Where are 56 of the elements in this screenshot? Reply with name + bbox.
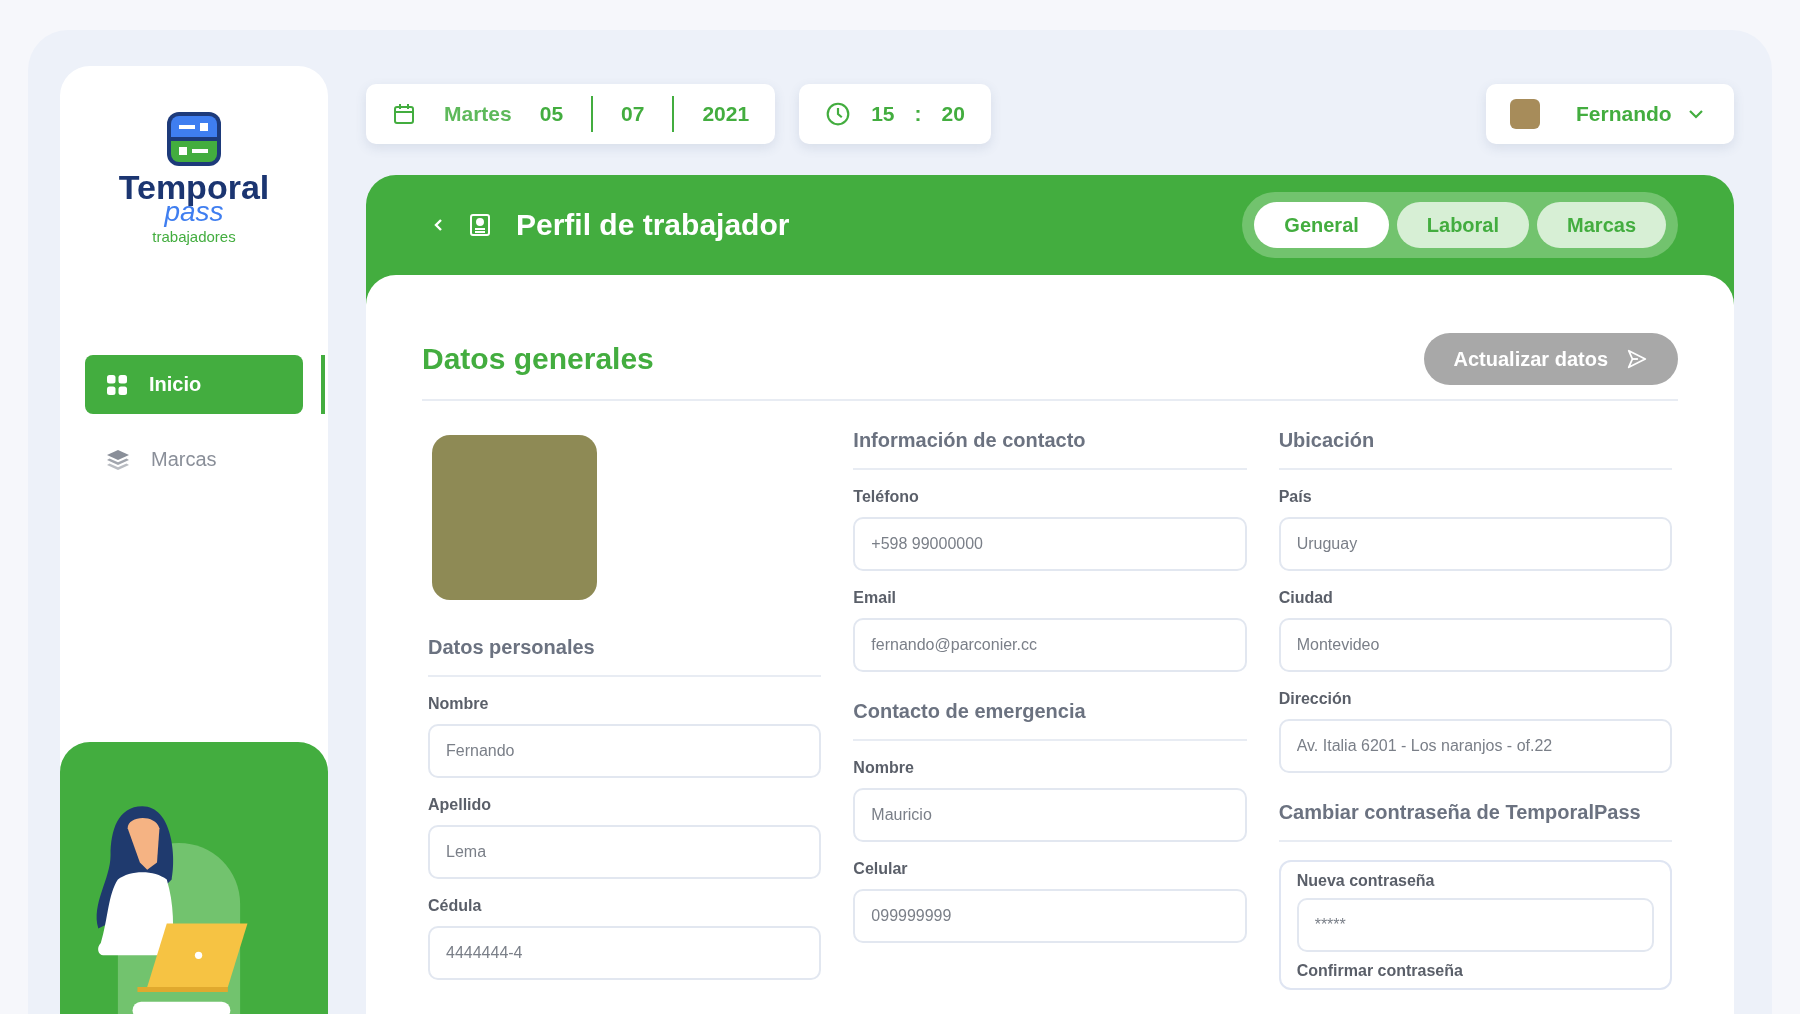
field-label: Confirmar contraseña xyxy=(1296,962,1464,980)
month-text: 07 xyxy=(621,102,645,126)
send-icon xyxy=(1626,348,1648,370)
section-title: Datos generales xyxy=(422,342,654,376)
year-text: 2021 xyxy=(702,102,750,126)
field-label: Nombre xyxy=(853,759,915,777)
field-label: Email xyxy=(853,589,897,607)
input-field[interactable]: +598 99000000 xyxy=(853,517,1247,571)
minutes-text: 20 xyxy=(941,102,965,126)
group-heading: Ubicación xyxy=(1278,429,1672,470)
page-title: Perfil de trabajador xyxy=(516,208,790,242)
active-indicator xyxy=(321,355,325,414)
field-label: Celular xyxy=(853,860,909,878)
input-field[interactable]: 099999999 xyxy=(853,889,1247,943)
nav-item[interactable]: Marcas xyxy=(85,430,303,489)
input-field[interactable]: Av. Italia 6201 - Los naranjos - of.22 xyxy=(1278,719,1672,773)
group-heading: Información de contacto xyxy=(853,429,1247,470)
layers-icon xyxy=(107,449,129,470)
field-label: Nombre xyxy=(428,695,490,713)
field-label: Ciudad xyxy=(1278,589,1334,607)
day-text: 05 xyxy=(539,102,564,126)
input-field[interactable]: Fernando xyxy=(428,724,822,778)
hours-text: 15 xyxy=(871,102,895,126)
tab[interactable]: Laboral xyxy=(1396,202,1530,248)
id-card-icon xyxy=(468,213,492,237)
field-label: País xyxy=(1278,488,1313,506)
input-field[interactable]: Montevideo xyxy=(1278,618,1672,672)
group-heading: Datos personales xyxy=(428,636,822,677)
input-field[interactable]: ***** xyxy=(1296,898,1654,952)
calendar-icon xyxy=(392,102,416,126)
grid-icon xyxy=(107,374,127,395)
input-field[interactable]: 4444444-4 xyxy=(428,926,822,980)
field-label: Apellido xyxy=(428,796,493,814)
clock-icon xyxy=(825,101,852,127)
logo-tagline: trabajadores xyxy=(152,228,236,245)
field-label: Teléfono xyxy=(853,488,920,506)
nav-item[interactable]: Inicio xyxy=(85,355,303,414)
user-menu[interactable]: Fernando xyxy=(1486,84,1734,144)
input-field[interactable]: Mauricio xyxy=(853,788,1247,842)
field-label: Cédula xyxy=(428,897,483,915)
input-field[interactable]: fernando@parconier.cc xyxy=(853,618,1247,672)
group-heading: Cambiar contraseña de TemporalPass xyxy=(1278,801,1672,842)
chevron-down-icon xyxy=(1688,109,1704,119)
field-label: Dirección xyxy=(1278,690,1353,708)
tab[interactable]: General xyxy=(1254,202,1389,248)
logo-icon xyxy=(165,110,223,168)
chevron-left-icon xyxy=(434,217,444,233)
avatar-placeholder xyxy=(1510,99,1540,129)
time-separator: : xyxy=(914,102,922,126)
weekday-text: Martes xyxy=(444,102,512,126)
tab[interactable]: Marcas xyxy=(1537,202,1666,248)
input-field[interactable]: Lema xyxy=(428,825,822,879)
group-heading: Contacto de emergencia xyxy=(853,700,1247,741)
update-button[interactable]: Actualizar datos xyxy=(1423,333,1678,385)
field-label: Nueva contraseña xyxy=(1296,872,1436,890)
input-field[interactable]: Uruguay xyxy=(1278,517,1672,571)
